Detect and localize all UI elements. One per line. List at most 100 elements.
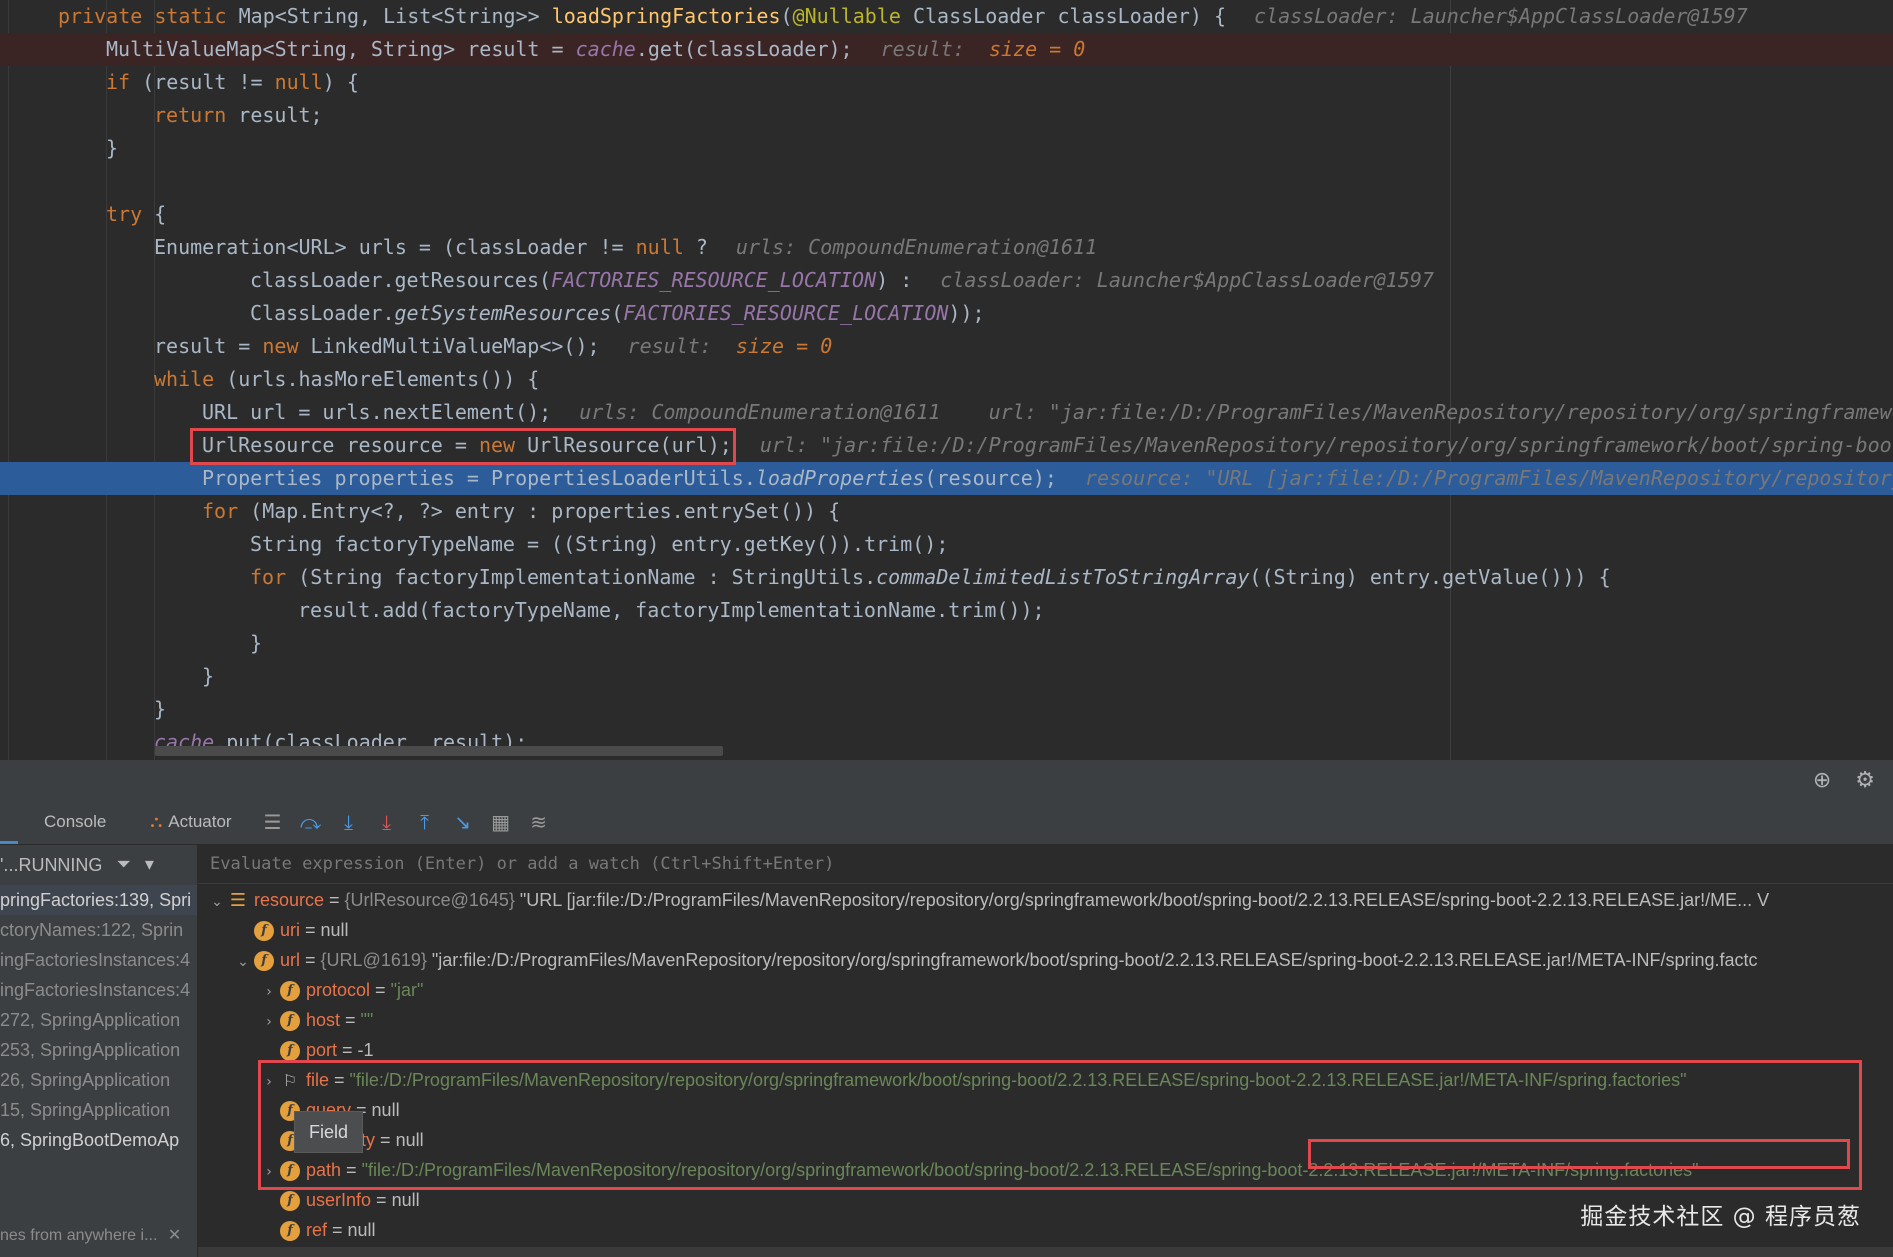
code-line[interactable]: private static Map<String, List<String>>… [0,0,1893,33]
debug-toolbar: Console ⛬ Actuator ☰ ⤼ ⤓ ⤓ ⤒ ↘ ▦ ≋ [0,800,1893,845]
tab-actuator[interactable]: ⛬ Actuator [128,800,253,844]
variable-row[interactable]: f uri = null [198,915,1893,945]
variable-row[interactable]: › f protocol = "jar" [198,975,1893,1005]
code-line[interactable]: MultiValueMap<String, String> result = c… [0,33,1893,66]
code-token: LinkedMultiValueMap<>(); [310,334,600,358]
chevron-down-icon[interactable]: ⌄ [206,887,228,915]
variable-row[interactable]: › f path = "file:/D:/ProgramFiles/MavenRep… [198,1155,1893,1185]
evaluate-expression-input[interactable]: Evaluate expression (Enter) or add a wat… [198,845,1893,884]
gear-icon[interactable]: ⚙ [1855,768,1875,793]
chevron-down-icon[interactable]: ⌄ [232,947,254,975]
stack-frame[interactable]: ctoryNames:122, Sprin [0,915,197,945]
code-token: String factoryTypeName = ((String) entry… [250,532,949,556]
frames-list: pringFactories:139, Spri ctoryNames:122, … [0,885,197,1155]
variable-row[interactable]: ⌄ f url = {URL@1619} "jar:file:/D:/Program… [198,945,1893,975]
code-token: (urls.hasMoreElements()) { [226,367,540,391]
equals-sign: = [370,980,391,1000]
horizontal-scrollbar[interactable] [155,746,723,756]
stack-frame[interactable]: 6, SpringBootDemoAp [0,1125,197,1155]
variable-row[interactable]: fauthority = null [198,1125,1893,1155]
panel-header-icons: ⊕ ⚙ [1813,768,1875,793]
code-line[interactable]: String factoryTypeName = ((String) entry… [0,528,1893,561]
variable-name: ref [306,1220,328,1240]
equals-sign: = [300,920,321,940]
code-line[interactable]: } [0,693,1893,726]
chevron-right-icon[interactable]: › [258,977,280,1005]
variable-name: port [306,1040,338,1060]
filter-icon[interactable]: ⏷ [116,845,130,885]
variables-scrollbar[interactable] [198,1247,1893,1257]
list-icon: ☰ [229,890,247,912]
tab-actuator-label: Actuator [168,812,232,831]
chevron-right-icon[interactable]: › [258,1067,280,1095]
code-line[interactable]: URL url = urls.nextElement(); urls: Compo… [0,396,1893,429]
stack-frame[interactable]: ingFactoriesInstances:4 [0,975,197,1005]
code-line[interactable]: return result; [0,99,1893,132]
trace-icon[interactable]: ≋ [524,807,554,837]
hint-text: result: [627,334,736,358]
code-token: cache [575,37,636,61]
code-token: getSystemResources [394,301,612,325]
thread-selector[interactable]: '...RUNNING ⏷ ▾ [0,845,197,885]
step-into-icon[interactable]: ⤓ [334,807,364,837]
evaluate-icon[interactable]: ▦ [486,807,516,837]
code-token: } [202,664,215,688]
stack-frame[interactable]: ingFactoriesInstances:4 [0,945,197,975]
code-line[interactable]: UrlResource resource = new UrlResource(u… [0,429,1893,462]
hint-text: urls: CompoundEnumeration@1611 [735,235,1098,259]
variable-name: userInfo [306,1190,372,1210]
code-line[interactable]: while (urls.hasMoreElements()) { [0,363,1893,396]
variable-row[interactable]: ⌄ ☰ resource = {UrlResource@1645} "URL [ja… [198,885,1893,915]
code-editor[interactable]: private static Map<String, List<String>>… [0,0,1893,760]
code-line[interactable]: } [0,132,1893,165]
code-line[interactable]: result.add(factoryTypeName, factoryImple… [0,594,1893,627]
code-line[interactable]: try { [0,198,1893,231]
code-line[interactable]: for (Map.Entry<?, ?> entry : properties.… [0,495,1893,528]
hint-text: result: [880,37,989,61]
stack-frame[interactable]: 253, SpringApplication [0,1035,197,1065]
code-token: classLoader.getResources( [250,268,552,292]
stack-frame[interactable]: pringFactories:139, Spri [0,885,197,915]
code-token: for [250,565,299,589]
code-line[interactable]: if (result != null) { [0,66,1893,99]
frames-panel: '...RUNNING ⏷ ▾ pringFactories:139, Spri… [0,845,198,1257]
code-line[interactable]: for (String factoryImplementationName : … [0,561,1893,594]
chevron-down-icon[interactable]: ▾ [145,845,154,885]
code-line[interactable]: } [0,627,1893,660]
code-line[interactable]: ClassLoader.getSystemResources(FACTORIES… [0,297,1893,330]
code-line[interactable]: Properties properties = PropertiesLoader… [0,462,1893,495]
stack-frame[interactable]: 26, SpringApplication [0,1065,197,1095]
code-token: ) : [876,268,913,292]
code-token: @Nullable [792,4,913,28]
step-out-icon[interactable]: ⤒ [410,807,440,837]
code-line[interactable]: Enumeration<URL> urls = (classLoader != … [0,231,1893,264]
stack-frame[interactable]: 272, SpringApplication [0,1005,197,1035]
variable-row[interactable]: › f host = "" [198,1005,1893,1035]
run-to-cursor-icon[interactable]: ↘ [448,807,478,837]
variable-row[interactable]: f port = -1 [198,1035,1893,1065]
chevron-right-icon[interactable]: › [258,1157,280,1185]
field-icon: f [280,1221,300,1242]
tab-console[interactable]: Console [0,800,128,844]
code-line[interactable] [0,165,1893,198]
variable-row[interactable]: f query = null [198,1095,1893,1125]
variable-value: null [347,1220,376,1240]
variable-row[interactable]: › ⚐ file = "file:/D:/ProgramFiles/MavenRep… [198,1065,1893,1095]
inline-debug-hint: classLoader: Launcher$AppClassLoader@159… [1254,4,1748,28]
inline-debug-hint: result: size = 0 [881,37,1086,61]
step-over-icon[interactable]: ⤼ [296,807,326,837]
code-token: result; [238,103,323,127]
crosshair-icon[interactable]: ⊕ [1813,768,1831,793]
code-line[interactable]: result = new LinkedMultiValueMap<>(); res… [0,330,1893,363]
code-token: return [154,103,239,127]
variable-value: "jar" [390,980,424,1000]
code-line[interactable]: } [0,660,1893,693]
close-icon[interactable]: ✕ [168,1225,181,1244]
watermark: 掘金技术社区 @ 程序员葱 [1580,1204,1861,1230]
stack-frame[interactable]: 15, SpringApplication [0,1095,197,1125]
menu-lines-icon[interactable]: ☰ [258,807,288,837]
code-line[interactable]: classLoader.getResources(FACTORIES_RESOU… [0,264,1893,297]
chevron-right-icon[interactable]: › [258,1007,280,1035]
force-step-into-icon[interactable]: ⤓ [372,807,402,837]
tab-console-label: Console [44,812,107,831]
